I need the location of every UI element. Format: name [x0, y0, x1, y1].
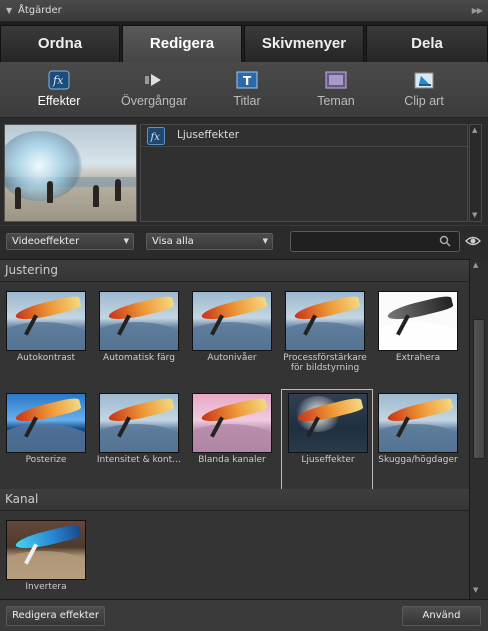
effect-label: Processförstärkare för bildstyrning	[283, 353, 367, 373]
applied-effects-list: fx Ljuseffekter	[140, 124, 469, 222]
subtab-label: Titlar	[233, 94, 261, 108]
subtab-effekter[interactable]: fx Effekter	[14, 68, 104, 116]
section-header-justering[interactable]: Justering	[0, 260, 469, 282]
tab-dela[interactable]: Dela	[366, 25, 488, 62]
effect-category-dropdown[interactable]: Videoeffekter ▼	[6, 233, 134, 250]
subtab-label: Övergångar	[120, 94, 187, 108]
effect-thumbnail	[378, 291, 458, 351]
effect-item-autonivaer[interactable]: Autonivåer	[186, 291, 278, 385]
effect-item-automatisk-farg[interactable]: Automatisk färg	[93, 291, 185, 385]
effects-search-input[interactable]	[290, 231, 460, 252]
scroll-down-icon[interactable]: ▼	[473, 586, 478, 594]
effect-label: Ljuseffekter	[301, 455, 355, 465]
clip-preview-thumbnail	[4, 124, 137, 222]
fx-icon: fx	[147, 127, 165, 145]
effect-item-skugga-hogdager[interactable]: Skugga/högdager	[372, 393, 464, 487]
effect-thumbnail	[192, 393, 272, 453]
theme-icon	[325, 71, 347, 89]
scroll-up-icon[interactable]: ▲	[473, 261, 478, 269]
effect-label: Invertera	[25, 582, 67, 592]
apply-button[interactable]: Använd	[402, 606, 481, 626]
edit-effects-button[interactable]: Redigera effekter	[6, 606, 105, 626]
effect-thumbnail	[378, 393, 458, 453]
applied-effect-item[interactable]: fx Ljuseffekter	[141, 125, 469, 147]
effect-thumbnail	[6, 291, 86, 351]
main-tabs: Ordna Redigera Skivmenyer Dela	[0, 22, 488, 62]
subtab-overgangar[interactable]: Övergångar	[109, 68, 199, 116]
effect-thumbnail	[6, 520, 86, 580]
effect-item-autokontrast[interactable]: Autokontrast	[0, 291, 92, 385]
scroll-up-icon[interactable]: ▲	[472, 126, 477, 134]
effect-thumbnail	[192, 291, 272, 351]
effect-item-intensitet-kontrast[interactable]: Intensitet & kont…	[93, 393, 185, 487]
subtab-label: Effekter	[37, 94, 81, 108]
subtab-label: Teman	[317, 94, 355, 108]
effect-label: Posterize	[25, 455, 67, 465]
effects-filter-bar: Videoeffekter ▼ Visa alla ▼	[0, 225, 488, 257]
subtab-label: Clip art	[404, 94, 444, 108]
subtab-titlar[interactable]: T Titlar	[202, 68, 292, 116]
show-filter-dropdown[interactable]: Visa alla ▼	[146, 233, 273, 250]
tab-skivmenyer[interactable]: Skivmenyer	[244, 25, 364, 62]
chevron-down-icon: ▼	[123, 237, 129, 245]
effect-item-posterize[interactable]: Posterize	[0, 393, 92, 487]
collapse-triangle-icon[interactable]: ▼	[6, 0, 12, 22]
scrollbar-thumb[interactable]	[473, 319, 485, 459]
applied-effect-label: Ljuseffekter	[177, 129, 240, 141]
search-icon[interactable]	[439, 235, 451, 247]
edit-subtabs: fx Effekter Övergångar T Titlar Teman Cl…	[0, 62, 488, 118]
effect-category-value: Videoeffekter	[12, 236, 80, 247]
effect-label: Blanda kanaler	[198, 455, 266, 465]
svg-text:fx: fx	[52, 74, 64, 87]
effect-label: Automatisk färg	[103, 353, 175, 363]
eye-icon[interactable]	[465, 234, 481, 248]
transition-arrow-icon	[145, 74, 161, 86]
effect-thumbnail	[288, 393, 368, 453]
effect-item-processforstarkare[interactable]: Processförstärkare för bildstyrning	[279, 291, 371, 385]
effect-label: Extrahera	[395, 353, 441, 363]
effect-thumbnail	[99, 393, 179, 453]
section-header-kanal[interactable]: Kanal	[0, 489, 469, 511]
effect-label: Autokontrast	[17, 353, 75, 363]
effect-thumbnail	[99, 291, 179, 351]
panel-titlebar: ▼ Åtgärder ▶▶	[0, 0, 488, 22]
subtab-teman[interactable]: Teman	[291, 68, 381, 116]
tab-ordna[interactable]: Ordna	[0, 25, 120, 62]
effect-item-invertera[interactable]: Invertera	[0, 520, 92, 599]
scroll-down-icon[interactable]: ▼	[472, 211, 477, 219]
effect-label: Intensitet & kont…	[96, 455, 182, 465]
fx-icon: fx	[48, 70, 70, 90]
show-filter-value: Visa alla	[152, 236, 194, 247]
svg-text:T: T	[243, 74, 252, 88]
svg-text:fx: fx	[150, 132, 161, 143]
effect-label: Skugga/högdager	[378, 455, 458, 465]
effect-item-extrahera[interactable]: Extrahera	[372, 291, 464, 385]
effect-item-ljuseffekter[interactable]: Ljuseffekter	[281, 389, 373, 492]
effect-label: Autonivåer	[207, 353, 257, 363]
panel-menu-icon[interactable]: ▶▶	[472, 0, 483, 22]
tab-redigera[interactable]: Redigera	[122, 25, 242, 62]
panel-title: Åtgärder	[18, 5, 62, 16]
gallery-scrollbar[interactable]: ▲ ▼	[469, 259, 488, 599]
effect-thumbnail	[6, 393, 86, 453]
clip-art-icon	[414, 72, 434, 89]
subtab-clip-art[interactable]: Clip art	[379, 68, 469, 116]
applied-list-scrollbar[interactable]: ▲ ▼	[469, 124, 482, 222]
title-t-icon: T	[236, 71, 258, 89]
effect-item-blanda-kanaler[interactable]: Blanda kanaler	[186, 393, 278, 487]
panel-footer: Redigera effekter Använd	[0, 599, 488, 631]
effect-thumbnail	[285, 291, 365, 351]
effects-gallery: Justering Autokontrast Automatisk färg A…	[0, 259, 469, 599]
chevron-down-icon: ▼	[262, 237, 268, 245]
